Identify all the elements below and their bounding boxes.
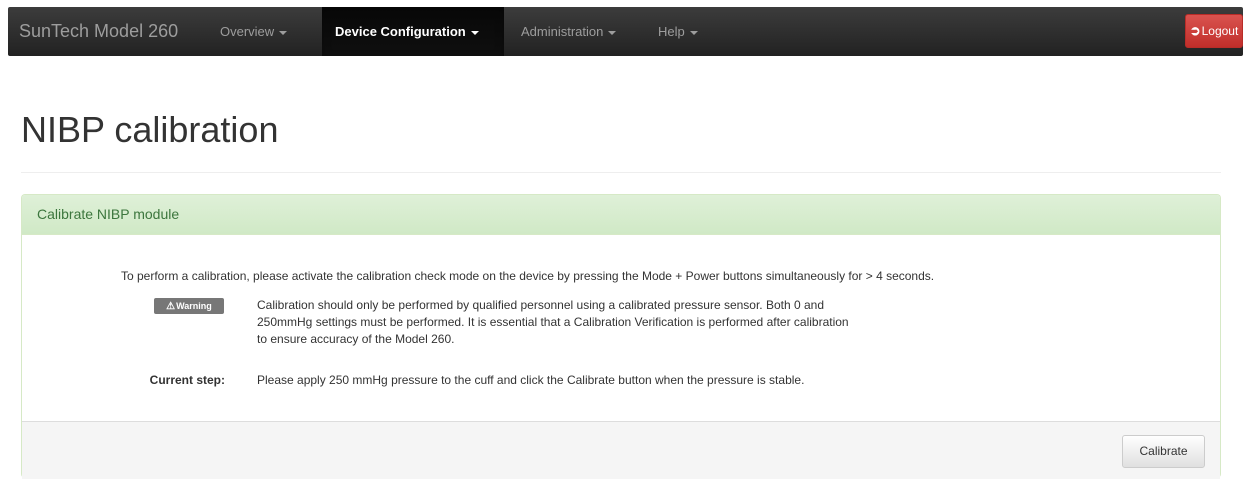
chevron-down-icon	[279, 30, 288, 35]
logout-button[interactable]: ➲Logout	[1185, 14, 1243, 48]
panel-heading: Calibrate NIBP module	[22, 195, 1220, 235]
nav-device-configuration-label: Device Configuration	[335, 24, 466, 39]
chevron-down-icon	[689, 30, 698, 35]
chevron-down-icon	[608, 30, 617, 35]
calibration-panel: Calibrate NIBP module To perform a calib…	[21, 194, 1221, 479]
nav-administration[interactable]: Administration	[508, 7, 629, 56]
calibration-instructions: To perform a calibration, please activat…	[121, 269, 935, 283]
brand-title[interactable]: SunTech Model 260	[19, 7, 178, 56]
header-divider	[21, 172, 1221, 173]
navbar: SunTech Model 260 Overview Device Config…	[0, 0, 1251, 62]
current-step-text: Please apply 250 mmHg pressure to the cu…	[257, 373, 805, 387]
warning-triangle-icon: ⚠	[166, 301, 176, 312]
nav-help-label: Help	[658, 24, 685, 39]
panel-title: Calibrate NIBP module	[37, 206, 180, 222]
warning-line: Calibration should only be performed by …	[257, 298, 825, 312]
calibrate-button[interactable]: Calibrate	[1122, 435, 1205, 468]
nav-overview-label: Overview	[220, 24, 275, 39]
page-title: NIBP calibration	[21, 109, 279, 150]
nav-help[interactable]: Help	[645, 7, 711, 56]
warning-line: 250mmHg settings must be performed. It i…	[257, 315, 849, 329]
panel-footer: Calibrate	[22, 421, 1220, 479]
warning-badge-label: Warning	[176, 301, 212, 311]
nav-administration-label: Administration	[521, 24, 604, 39]
nav-overview[interactable]: Overview	[207, 7, 300, 56]
warning-badge: ⚠Warning	[154, 298, 224, 314]
logout-label: Logout	[1201, 24, 1239, 38]
nav-device-configuration[interactable]: Device Configuration	[322, 7, 504, 56]
warning-text: Calibration should only be performed by …	[257, 297, 1017, 348]
logout-arrow-icon: ➲	[1189, 23, 1201, 38]
navbar-bar: SunTech Model 260 Overview Device Config…	[8, 7, 1243, 56]
warning-line: to ensure accuracy of the Model 260.	[257, 332, 455, 346]
current-step-label: Current step:	[149, 373, 225, 387]
chevron-down-icon	[470, 30, 479, 35]
